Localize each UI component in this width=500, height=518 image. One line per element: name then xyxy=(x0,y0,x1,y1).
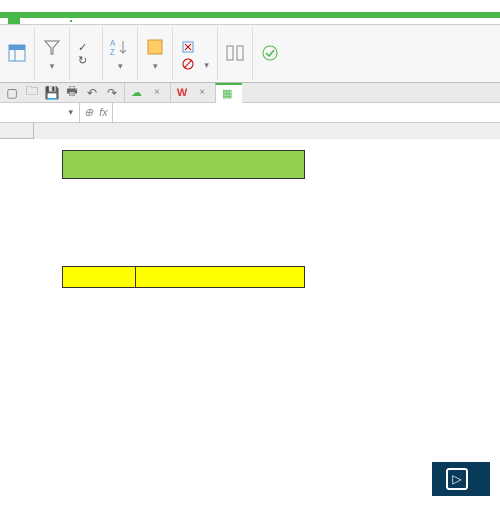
reject-dup-icon xyxy=(181,57,195,74)
pivot-icon xyxy=(6,42,28,64)
split-icon xyxy=(224,42,246,64)
wps-icon: W xyxy=(177,87,187,99)
xlsx-icon: ▦ xyxy=(222,87,232,100)
group-autofilter[interactable]: ▾ xyxy=(35,27,70,80)
close-icon[interactable]: × xyxy=(195,87,205,98)
group-pivot[interactable] xyxy=(0,27,35,80)
doc-tab-cloud[interactable]: ☁ × xyxy=(124,83,166,103)
redo-icon[interactable]: ↷ xyxy=(104,85,120,101)
reapply-icon: ↻ xyxy=(78,54,87,67)
showall-icon: ✓ xyxy=(78,41,87,54)
reapply-btn[interactable]: ↻ xyxy=(76,54,96,67)
cloud-icon: ☁ xyxy=(131,86,142,99)
delete-dup-btn[interactable] xyxy=(179,40,204,57)
reject-dup-btn[interactable]: ▾ xyxy=(179,57,211,74)
formula-input[interactable] xyxy=(113,103,500,122)
save-icon[interactable]: 💾 xyxy=(44,85,60,101)
fx-wizard-icon[interactable]: ⊕ xyxy=(84,106,93,119)
name-box[interactable]: ▾ xyxy=(0,103,80,122)
col-headers xyxy=(34,123,500,139)
highlight-icon xyxy=(144,36,166,58)
sheet-area[interactable] xyxy=(0,123,500,503)
group2-cell[interactable] xyxy=(62,208,305,237)
funnel-icon xyxy=(41,36,63,58)
title-cell[interactable] xyxy=(62,150,305,179)
doc-tab-wps[interactable]: W × xyxy=(170,83,211,103)
quick-access: ▢ 🗀 💾 🖶 ↶ ↷ ☁ × W × ▦ xyxy=(0,83,500,103)
select-all-corner[interactable] xyxy=(0,123,34,139)
header-mail[interactable] xyxy=(135,266,305,288)
group-highlight[interactable]: ▾ xyxy=(138,27,173,80)
show-all-btn[interactable]: ✓ xyxy=(76,41,96,54)
group-split[interactable] xyxy=(218,27,253,80)
group-dup: ▾ xyxy=(173,27,218,80)
watermark: ▷ xyxy=(432,462,490,496)
group3-cell[interactable] xyxy=(62,237,305,266)
svg-text:Z: Z xyxy=(110,48,115,57)
close-icon[interactable]: × xyxy=(150,87,160,98)
group-valid[interactable] xyxy=(253,27,287,80)
play-icon: ▷ xyxy=(446,468,468,490)
app-title xyxy=(8,12,20,24)
ribbon-content: ▾ ✓ ↻ AZ ▾ ▾ ▾ xyxy=(0,25,500,83)
open-icon[interactable]: 🗀 xyxy=(24,85,40,101)
group-sort[interactable]: AZ ▾ xyxy=(103,27,138,80)
group-filter-opts: ✓ ↻ xyxy=(70,27,103,80)
new-icon[interactable]: ▢ xyxy=(4,85,20,101)
fx-label: fx xyxy=(99,107,108,119)
valid-icon xyxy=(259,42,281,64)
group1-cell[interactable] xyxy=(62,179,305,208)
doc-tab-xlsx[interactable]: ▦ xyxy=(215,83,242,103)
undo-icon[interactable]: ↶ xyxy=(84,85,100,101)
svg-text:A: A xyxy=(110,39,116,48)
chevron-down-icon[interactable]: ▾ xyxy=(68,107,73,118)
print-icon[interactable]: 🖶 xyxy=(64,85,80,101)
header-name[interactable] xyxy=(62,266,136,288)
formula-bar: ▾ ⊕ fx xyxy=(0,103,500,123)
delete-dup-icon xyxy=(181,40,195,57)
sort-icon: AZ xyxy=(109,36,131,58)
